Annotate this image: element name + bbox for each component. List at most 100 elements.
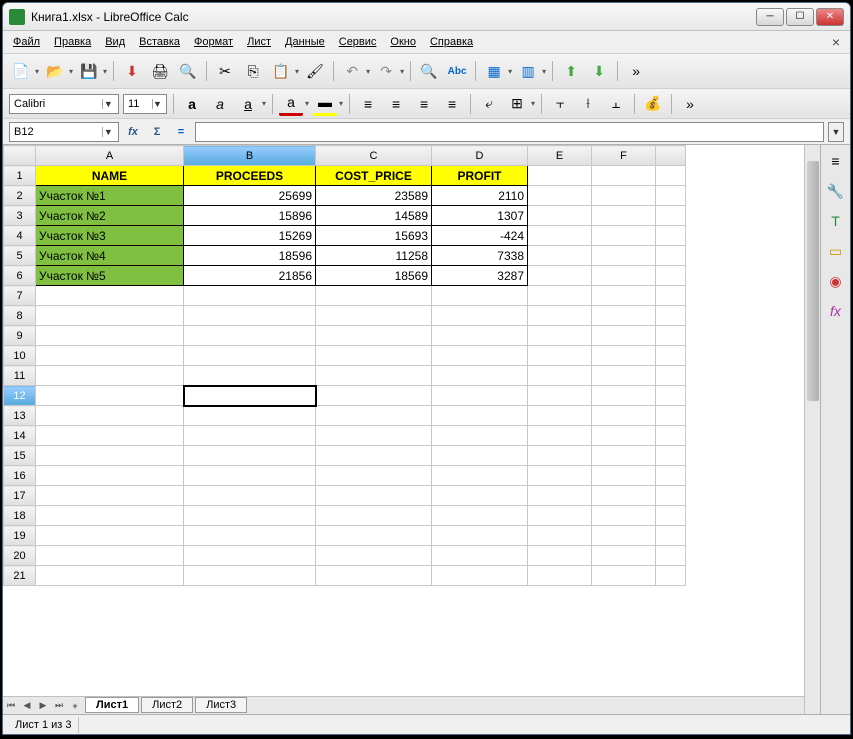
row-header-16[interactable]: 16	[4, 466, 36, 486]
undo-button[interactable]: ↶	[340, 59, 364, 83]
row-header-13[interactable]: 13	[4, 406, 36, 426]
copy-button[interactable]: ⎘	[241, 59, 265, 83]
cell-G3[interactable]	[656, 206, 686, 226]
gallery-icon[interactable]: ▭	[826, 241, 846, 261]
cell-A8[interactable]	[36, 306, 184, 326]
column-header-B[interactable]: B	[184, 146, 316, 166]
row-header-15[interactable]: 15	[4, 446, 36, 466]
cell-D10[interactable]	[432, 346, 528, 366]
cell-D4[interactable]: -424	[432, 226, 528, 246]
cut-button[interactable]: ✂	[213, 59, 237, 83]
cell-B19[interactable]	[184, 526, 316, 546]
export-pdf-button[interactable]: ⬇	[120, 59, 144, 83]
cell-C8[interactable]	[316, 306, 432, 326]
align-middle-button[interactable]: ⟊	[576, 92, 600, 116]
row-header-10[interactable]: 10	[4, 346, 36, 366]
highlight-dropdown[interactable]: ▾	[339, 99, 343, 108]
cell-C18[interactable]	[316, 506, 432, 526]
cell-E21[interactable]	[528, 566, 592, 586]
cell-G15[interactable]	[656, 446, 686, 466]
cell-G19[interactable]	[656, 526, 686, 546]
cell-B15[interactable]	[184, 446, 316, 466]
row-header-14[interactable]: 14	[4, 426, 36, 446]
cell-D17[interactable]	[432, 486, 528, 506]
cell-A4[interactable]: Участок №3	[36, 226, 184, 246]
font-name-combo[interactable]: ▼	[9, 94, 119, 114]
cell-B17[interactable]	[184, 486, 316, 506]
sheet-tab-1[interactable]: Лист1	[85, 697, 139, 713]
row-header-6[interactable]: 6	[4, 266, 36, 286]
column-header-A[interactable]: A	[36, 146, 184, 166]
redo-button[interactable]: ↷	[374, 59, 398, 83]
function-wizard-button[interactable]: fx	[123, 122, 143, 142]
cell-C12[interactable]	[316, 386, 432, 406]
font-color-dropdown[interactable]: ▾	[305, 99, 309, 108]
cell-C17[interactable]	[316, 486, 432, 506]
align-left-button[interactable]: ≡	[356, 92, 380, 116]
document-close-button[interactable]: ×	[826, 32, 846, 52]
cell-F16[interactable]	[592, 466, 656, 486]
cell-D7[interactable]	[432, 286, 528, 306]
cell-D16[interactable]	[432, 466, 528, 486]
row-button[interactable]: ▦	[482, 59, 506, 83]
align-top-button[interactable]: ⫟	[548, 92, 572, 116]
cell-E15[interactable]	[528, 446, 592, 466]
cell-D20[interactable]	[432, 546, 528, 566]
cell-E3[interactable]	[528, 206, 592, 226]
tab-prev-button[interactable]: ◀	[19, 698, 35, 714]
cell-A16[interactable]	[36, 466, 184, 486]
row-header-8[interactable]: 8	[4, 306, 36, 326]
cell-B1[interactable]: PROCEEDS	[184, 166, 316, 186]
font-size-input[interactable]	[128, 98, 152, 110]
cell-G20[interactable]	[656, 546, 686, 566]
cell-F9[interactable]	[592, 326, 656, 346]
menu-sheet[interactable]: Лист	[241, 34, 277, 50]
cell-D21[interactable]	[432, 566, 528, 586]
cell-D9[interactable]	[432, 326, 528, 346]
cell-C20[interactable]	[316, 546, 432, 566]
cell-G2[interactable]	[656, 186, 686, 206]
cell-C16[interactable]	[316, 466, 432, 486]
cell-E16[interactable]	[528, 466, 592, 486]
sheet-tab-2[interactable]: Лист2	[141, 697, 193, 713]
wrap-text-button[interactable]: ⤶	[477, 92, 501, 116]
row-header-18[interactable]: 18	[4, 506, 36, 526]
open-button[interactable]: 📂	[43, 59, 67, 83]
cell-A14[interactable]	[36, 426, 184, 446]
cell-E2[interactable]	[528, 186, 592, 206]
cell-D2[interactable]: 2110	[432, 186, 528, 206]
cell-B5[interactable]: 18596	[184, 246, 316, 266]
minimize-button[interactable]: ─	[756, 8, 784, 26]
sum-button[interactable]: Σ	[147, 122, 167, 142]
cell-F5[interactable]	[592, 246, 656, 266]
currency-button[interactable]: 💰	[641, 92, 665, 116]
cell-A6[interactable]: Участок №5	[36, 266, 184, 286]
align-center-button[interactable]: ≡	[384, 92, 408, 116]
cell-G5[interactable]	[656, 246, 686, 266]
font-size-dropdown[interactable]: ▼	[152, 99, 162, 109]
cell-F4[interactable]	[592, 226, 656, 246]
cell-G11[interactable]	[656, 366, 686, 386]
menu-insert[interactable]: Вставка	[133, 34, 186, 50]
menu-tools[interactable]: Сервис	[333, 34, 383, 50]
cell-D12[interactable]	[432, 386, 528, 406]
cell-A13[interactable]	[36, 406, 184, 426]
cell-F2[interactable]	[592, 186, 656, 206]
merge-cells-button[interactable]: ⊞	[505, 92, 529, 116]
cell-D13[interactable]	[432, 406, 528, 426]
cell-C15[interactable]	[316, 446, 432, 466]
cell-A21[interactable]	[36, 566, 184, 586]
underline-button[interactable]: a	[236, 92, 260, 116]
cell-G8[interactable]	[656, 306, 686, 326]
add-sheet-button[interactable]: +	[67, 698, 83, 714]
titlebar[interactable]: Книга1.xlsx - LibreOffice Calc ─ ☐ ✕	[3, 3, 850, 31]
styles-icon[interactable]: T	[826, 211, 846, 231]
format-toolbar-overflow[interactable]: »	[678, 92, 702, 116]
underline-dropdown[interactable]: ▾	[262, 99, 266, 108]
cell-D1[interactable]: PROFIT	[432, 166, 528, 186]
sheet-tab-3[interactable]: Лист3	[195, 697, 247, 713]
font-name-dropdown[interactable]: ▼	[102, 99, 114, 109]
print-button[interactable]: 🖨	[148, 59, 172, 83]
row-header-5[interactable]: 5	[4, 246, 36, 266]
cell-B16[interactable]	[184, 466, 316, 486]
